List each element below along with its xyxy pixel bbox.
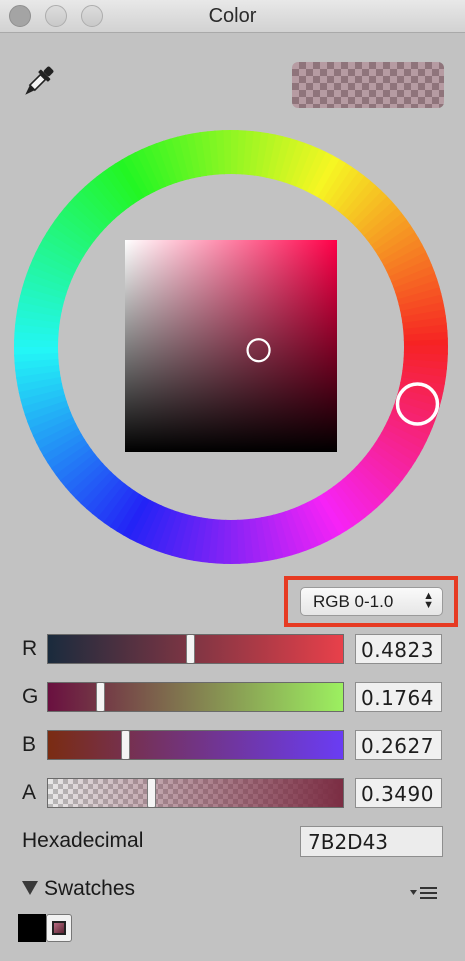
slider-thumb[interactable] bbox=[96, 683, 106, 711]
slider-thumb[interactable] bbox=[146, 779, 156, 807]
channel-label-g: G bbox=[22, 685, 39, 708]
channel-slider-b[interactable] bbox=[47, 730, 344, 760]
hexadecimal-input[interactable]: 7B2D43 bbox=[300, 826, 443, 857]
channel-value-a[interactable]: 0.3490 bbox=[355, 778, 442, 808]
channel-value-b[interactable]: 0.2627 bbox=[355, 730, 442, 760]
hexadecimal-label: Hexadecimal bbox=[22, 829, 144, 852]
channel-label-a: A bbox=[22, 781, 37, 804]
channel-slider-g[interactable] bbox=[47, 682, 344, 712]
channel-gradient bbox=[48, 779, 343, 807]
title-bar: Color bbox=[0, 0, 465, 33]
swatch-item[interactable] bbox=[18, 914, 46, 942]
channel-slider-r[interactable] bbox=[47, 634, 344, 664]
slider-thumb[interactable] bbox=[186, 635, 196, 663]
channel-slider-a[interactable] bbox=[47, 778, 344, 808]
color-model-value: RGB 0-1.0 bbox=[313, 592, 394, 611]
channel-label-r: R bbox=[22, 637, 38, 660]
saturation-value-shade bbox=[125, 240, 337, 452]
swatches-label: Swatches bbox=[44, 877, 136, 900]
disclosure-triangle-icon[interactable] bbox=[22, 880, 38, 896]
eyedropper-icon[interactable] bbox=[18, 62, 58, 102]
updown-arrows-icon: ▲ ▼ bbox=[423, 590, 434, 611]
channel-gradient bbox=[48, 635, 343, 663]
menu-icon[interactable] bbox=[410, 885, 438, 901]
current-color-chip bbox=[52, 921, 66, 935]
channel-value-r[interactable]: 0.4823 bbox=[355, 634, 442, 664]
color-preview-tint bbox=[292, 62, 444, 108]
color-model-select[interactable]: RGB 0-1.0 ▲ ▼ bbox=[300, 587, 443, 616]
window-title: Color bbox=[208, 5, 257, 27]
add-swatch-button[interactable] bbox=[46, 914, 72, 942]
channel-value-g[interactable]: 0.1764 bbox=[355, 682, 442, 712]
channel-gradient bbox=[48, 731, 343, 759]
channel-gradient bbox=[48, 683, 343, 711]
color-preview bbox=[292, 62, 444, 108]
slider-thumb[interactable] bbox=[121, 731, 131, 759]
channel-label-b: B bbox=[22, 733, 37, 756]
color-wheel[interactable] bbox=[14, 130, 448, 564]
